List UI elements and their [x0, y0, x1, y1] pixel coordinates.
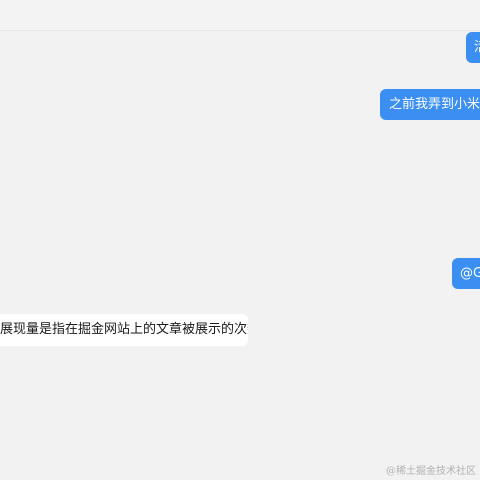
- outgoing-message-bubble[interactable]: 活: [466, 32, 480, 63]
- incoming-message-bubble[interactable]: 展现量是指在掘金网站上的文章被展示的次数。: [0, 314, 248, 346]
- outgoing-message-bubble[interactable]: @G: [452, 258, 480, 289]
- watermark: @稀土掘金技术社区: [386, 466, 476, 477]
- chat-header-strip: [0, 0, 480, 31]
- outgoing-message-bubble[interactable]: 之前我弄到小米智: [380, 89, 480, 120]
